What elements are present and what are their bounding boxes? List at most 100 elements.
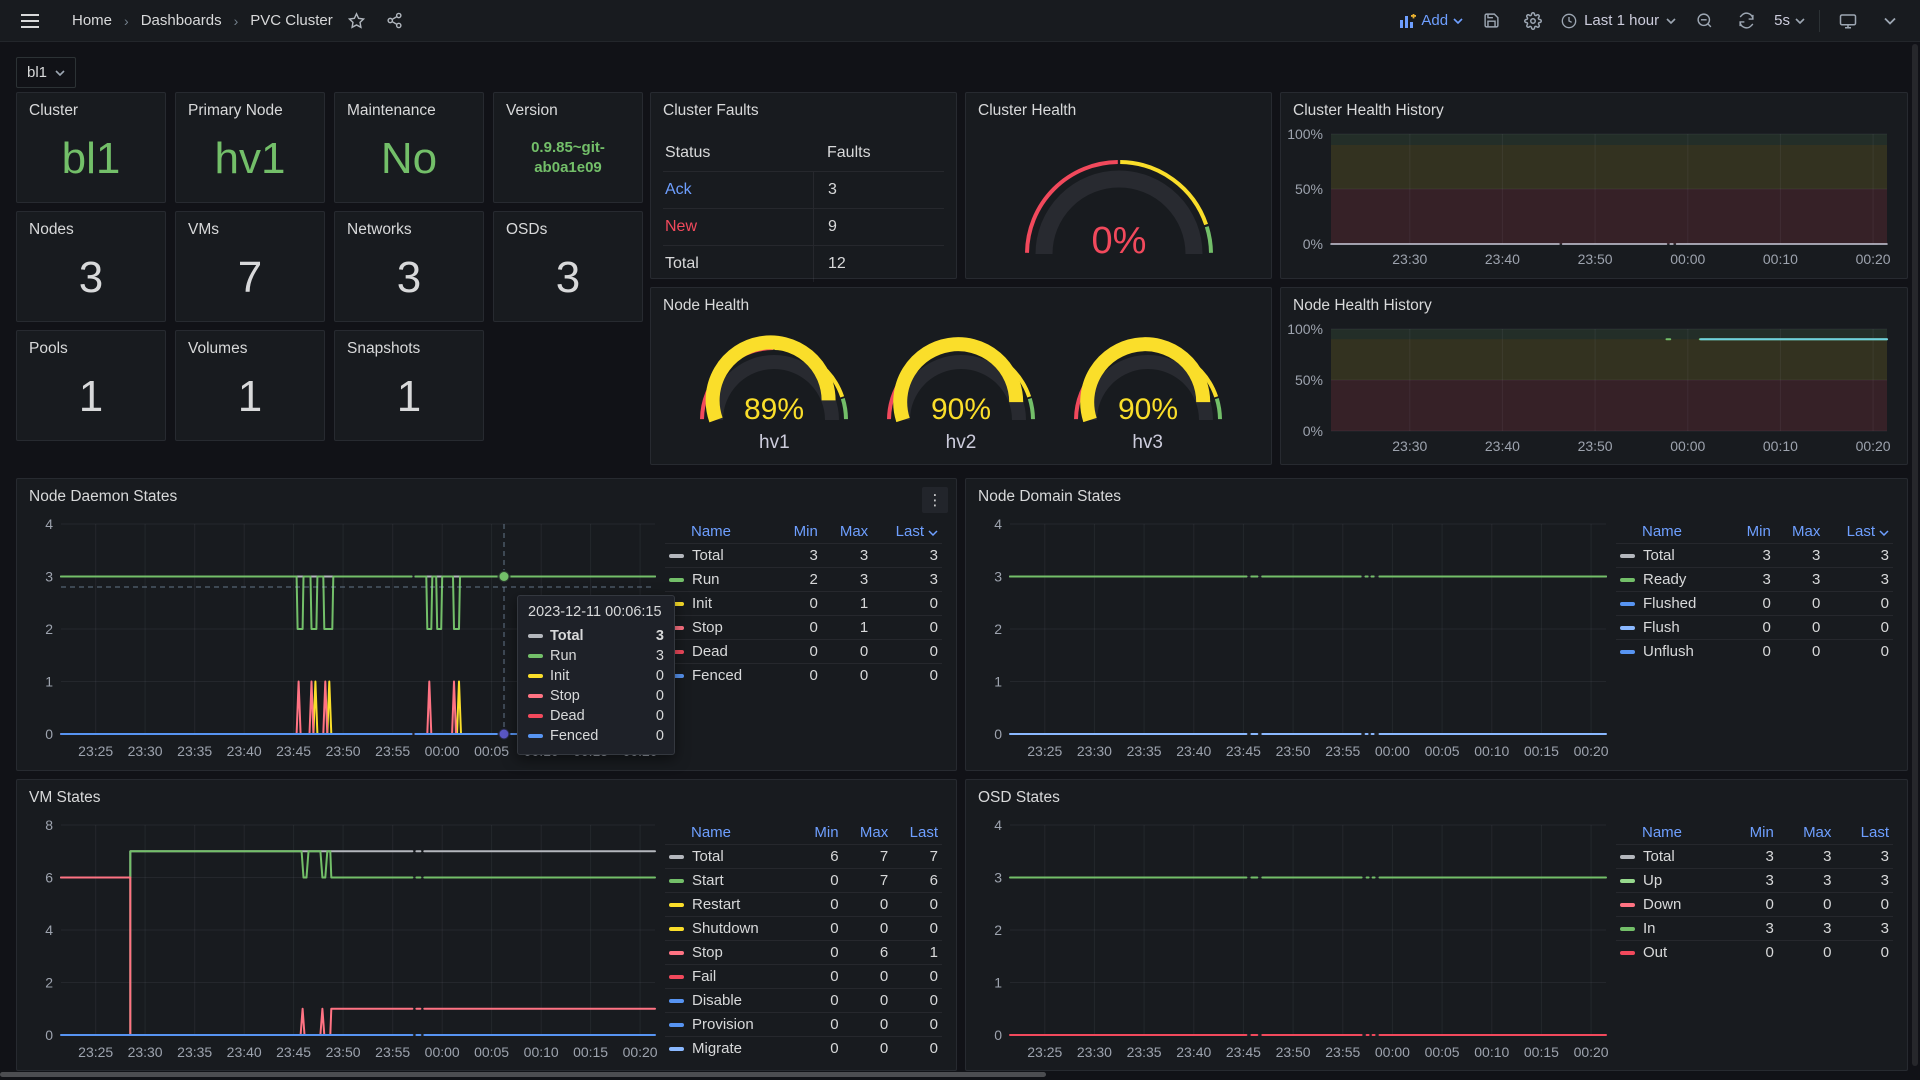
legend-col-min[interactable]: Min [1727,821,1778,845]
panel-menu-kebab-icon[interactable]: ⋮ [922,487,948,513]
legend-series-name[interactable]: Stop [665,941,799,965]
legend-row: Shutdown000 [665,917,942,941]
legend-col-last[interactable]: Last [1824,520,1893,544]
legend-series-name[interactable]: Restart [665,893,799,917]
legend-series-name[interactable]: Migrate [665,1037,799,1061]
legend-col-name[interactable]: Name [665,821,799,845]
vm-states-chart[interactable]: 0246823:2523:3023:3523:4023:4523:5023:55… [25,811,665,1070]
legend-series-name[interactable]: Disable [665,989,799,1013]
legend-series-name[interactable]: Total [665,544,777,568]
node-health-history-chart[interactable]: 0%50%100%23:3023:4023:5000:0000:1000:20 [1281,319,1907,464]
vertical-scrollbar[interactable] [1912,44,1918,1066]
svg-text:2: 2 [994,922,1002,938]
legend-series-name[interactable]: Out [1616,941,1727,965]
cluster-health-history-chart[interactable]: 0%50%100%23:3023:4023:5000:0000:1000:20 [1281,124,1907,277]
legend-series-name[interactable]: Total [665,845,799,869]
series-color-swatch [669,1023,684,1027]
legend-series-name[interactable]: Fenced [665,664,777,688]
panel-title[interactable]: VM States [17,780,956,811]
node-domain-states-chart[interactable]: 0123423:2523:3023:3523:4023:4523:5023:55… [974,510,1616,769]
add-button[interactable]: Add [1400,12,1463,29]
panel-title[interactable]: OSD States [966,780,1907,811]
legend-series-name[interactable]: Down [1616,893,1727,917]
legend-last: 0 [872,664,942,688]
legend-series-name[interactable]: Init [665,592,777,616]
legend-series-name[interactable]: Flushed [1616,592,1731,616]
faults-col-faults[interactable]: Faults [813,134,944,171]
legend-col-name[interactable]: Name [1616,821,1727,845]
cluster-variable-select[interactable]: bl1 [16,57,76,88]
panel-title[interactable]: Node Daemon States [17,479,956,510]
panel-title[interactable]: Node Domain States [966,479,1907,510]
panel-title[interactable]: Cluster Health [966,93,1271,124]
legend-series-name[interactable]: Start [665,869,799,893]
panel-title[interactable]: Maintenance [335,93,483,124]
panel-title[interactable]: Node Health History [1281,288,1907,319]
legend-col-min[interactable]: Min [1731,520,1775,544]
svg-text:1: 1 [994,975,1002,991]
panel-title[interactable]: Snapshots [335,331,483,362]
panel-title[interactable]: Pools [17,331,165,362]
series-color-swatch [1620,927,1635,931]
panel-title[interactable]: Cluster Faults [651,93,956,124]
legend-col-min[interactable]: Min [799,821,843,845]
legend-series-name[interactable]: Stop [665,616,777,640]
share-icon[interactable] [381,7,409,35]
legend-min: 0 [1727,893,1778,917]
legend-col-max[interactable]: Max [822,520,872,544]
legend-series-name[interactable]: Unflush [1616,640,1731,664]
legend-series-name[interactable]: Provision [665,1013,799,1037]
faults-status-total[interactable]: Total [663,255,813,273]
legend-series-name[interactable]: Shutdown [665,917,799,941]
osd-states-chart[interactable]: 0123423:2523:3023:3523:4023:4523:5023:55… [974,811,1616,1070]
legend-col-last[interactable]: Last [892,821,942,845]
legend-series-name[interactable]: In [1616,917,1727,941]
horizontal-scrollbar[interactable] [0,1072,1046,1077]
panel-title[interactable]: Primary Node [176,93,324,124]
panel-title[interactable]: Node Health [651,288,1271,319]
legend-col-min[interactable]: Min [777,520,822,544]
legend-row: Fenced000 [665,664,942,688]
legend-min: 0 [777,616,822,640]
collapse-nav-chevron-icon[interactable] [1876,7,1904,35]
breadcrumb-home[interactable]: Home [72,12,112,29]
legend-series-name[interactable]: Dead [665,640,777,664]
legend-col-max[interactable]: Max [1778,821,1836,845]
star-icon[interactable] [343,7,371,35]
legend-col-name[interactable]: Name [665,520,777,544]
panel-title[interactable]: Cluster [17,93,165,124]
faults-status-new[interactable]: New [663,218,813,236]
save-dashboard-icon[interactable] [1477,7,1505,35]
legend-series-name[interactable]: Run [665,568,777,592]
legend-col-last[interactable]: Last [1835,821,1893,845]
legend-series-name[interactable]: Up [1616,869,1727,893]
time-range-picker[interactable]: Last 1 hour [1561,12,1676,29]
legend-series-name[interactable]: Fail [665,965,799,989]
panel-title[interactable]: VMs [176,212,324,243]
legend-col-last[interactable]: Last [872,520,942,544]
legend-col-max[interactable]: Max [1775,520,1825,544]
legend-col-max[interactable]: Max [843,821,893,845]
panel-title[interactable]: Networks [335,212,483,243]
tv-mode-icon[interactable] [1834,7,1862,35]
menu-icon[interactable] [16,7,44,35]
panel-title[interactable]: OSDs [494,212,642,243]
legend-row: Start076 [665,869,942,893]
panel-title[interactable]: Volumes [176,331,324,362]
refresh-icon[interactable] [1732,7,1760,35]
legend-series-name[interactable]: Total [1616,845,1727,869]
legend-col-name[interactable]: Name [1616,520,1731,544]
panel-title[interactable]: Cluster Health History [1281,93,1907,124]
legend-last: 3 [1824,568,1893,592]
legend-series-name[interactable]: Total [1616,544,1731,568]
panel-title[interactable]: Nodes [17,212,165,243]
breadcrumb-dashboards[interactable]: Dashboards [141,12,222,29]
faults-status-ack[interactable]: Ack [663,181,813,199]
legend-series-name[interactable]: Ready [1616,568,1731,592]
legend-series-name[interactable]: Flush [1616,616,1731,640]
panel-title[interactable]: Version [494,93,642,124]
settings-gear-icon[interactable] [1519,7,1547,35]
zoom-out-icon[interactable] [1690,7,1718,35]
faults-col-status[interactable]: Status [663,144,813,162]
refresh-interval-picker[interactable]: 5s [1774,12,1805,29]
